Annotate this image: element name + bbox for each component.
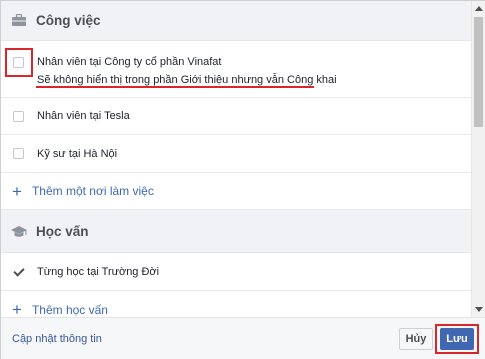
- dialog-footer: Cập nhật thông tin Hủy Lưu: [1, 317, 485, 359]
- update-info-link[interactable]: Cập nhật thông tin: [12, 333, 102, 345]
- add-workplace-label: Thêm một nơi làm việc: [31, 184, 154, 198]
- education-item[interactable]: Từng học tại Trường Đời: [1, 253, 471, 291]
- work-item-vinafat[interactable]: Nhân viên tại Công ty cổ phần Vinafat Sẽ…: [1, 41, 471, 98]
- scroll-down-icon[interactable]: [475, 307, 483, 312]
- edit-intro-dialog: Công việc Nhân viên tại Công ty cổ phần …: [0, 0, 485, 359]
- vertical-scrollbar[interactable]: [471, 1, 485, 317]
- education-section-title: Học vấn: [36, 223, 89, 239]
- add-education-button[interactable]: + Thêm học vấn: [1, 291, 471, 317]
- scroll-up-icon[interactable]: [475, 6, 483, 11]
- education-item-label: Từng học tại Trường Đời: [37, 265, 160, 278]
- work-item-label: Nhân viên tại Công ty cổ phần Vinafat: [37, 56, 222, 68]
- work-item-checkbox[interactable]: [13, 110, 24, 122]
- plus-icon: +: [12, 181, 22, 201]
- scroll-area: Công việc Nhân viên tại Công ty cổ phần …: [1, 1, 471, 317]
- scroll-thumb[interactable]: [474, 17, 483, 127]
- add-education-label: Thêm học vấn: [31, 302, 108, 317]
- checkbox-highlight-box: [5, 48, 33, 77]
- work-item-checkbox[interactable]: [13, 148, 24, 159]
- plus-icon: +: [12, 300, 22, 317]
- work-item-hanoi[interactable]: Kỹ sư tại Hà Nội: [1, 135, 471, 173]
- graduation-cap-icon: [10, 224, 28, 238]
- work-section-title: Công việc: [36, 13, 101, 28]
- work-item-tesla[interactable]: Nhân viên tại Tesla: [1, 98, 471, 135]
- cancel-button[interactable]: Hủy: [399, 328, 433, 350]
- add-workplace-button[interactable]: + Thêm một nơi làm việc: [1, 173, 471, 210]
- work-item-text: Nhân viên tại Công ty cổ phần Vinafat Sẽ…: [37, 56, 337, 86]
- save-highlight-box: [435, 324, 479, 354]
- education-section-header: Học vấn: [1, 210, 471, 253]
- education-item-checkbox[interactable]: [13, 266, 24, 277]
- work-item-label: Nhân viên tại Tesla: [37, 110, 130, 122]
- work-item-visibility-note: Sẽ không hiển thị trong phần Giới thiệu …: [37, 74, 337, 86]
- work-section-header: Công việc: [1, 1, 471, 41]
- work-item-label: Kỹ sư tại Hà Nội: [37, 147, 118, 160]
- briefcase-icon: [10, 14, 28, 28]
- note-underline: [36, 86, 314, 88]
